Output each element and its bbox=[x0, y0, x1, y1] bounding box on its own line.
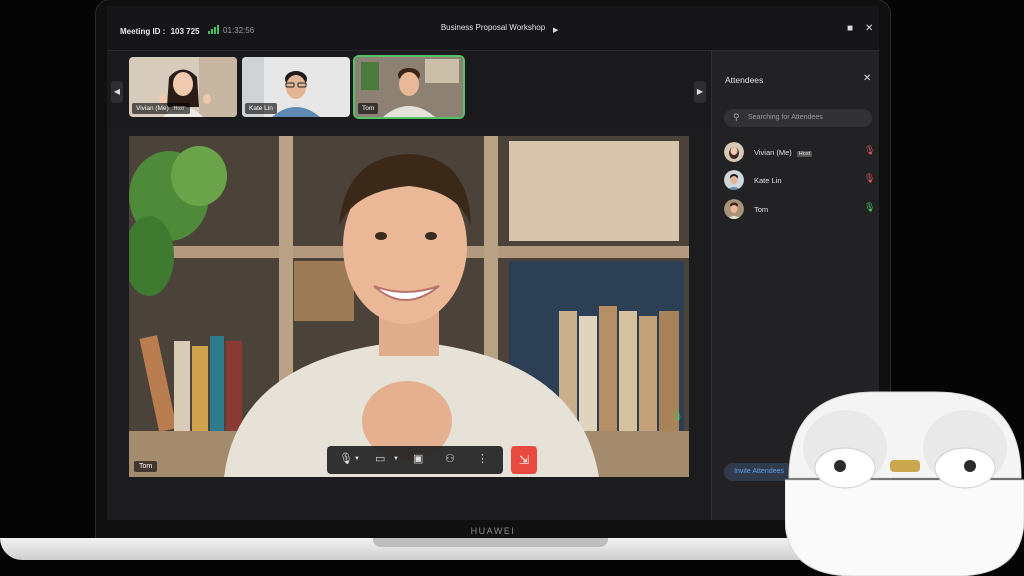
chevron-down-icon[interactable]: ▼ bbox=[393, 456, 399, 462]
thumbnail-kate[interactable]: Kate Lin bbox=[242, 57, 350, 117]
screen-share-icon[interactable]: ▣ bbox=[413, 452, 423, 465]
attendee-row[interactable]: Kate Lin 🎙 bbox=[724, 170, 875, 190]
search-icon: ⚲ bbox=[733, 112, 740, 122]
avatar bbox=[724, 170, 744, 190]
host-badge: Host bbox=[796, 151, 813, 157]
call-controls: 🎙 ▼ ▭ ▼ ▣ ⚇ ⋮ bbox=[327, 446, 503, 474]
avatar bbox=[724, 199, 744, 219]
meeting-title: Business Proposal Workshop bbox=[440, 23, 546, 32]
participants-icon[interactable]: ⚇ bbox=[445, 452, 455, 465]
thumbnail-tom[interactable]: Tom bbox=[355, 57, 463, 117]
attendee-name: Tom bbox=[754, 205, 769, 214]
close-icon[interactable]: ✕ bbox=[863, 73, 871, 84]
close-icon[interactable]: ✕ bbox=[865, 23, 873, 34]
attendee-name: Vivian (Me) bbox=[754, 148, 792, 157]
microphone-icon: 🎙 bbox=[671, 411, 683, 421]
title-play-icon[interactable]: ▶ bbox=[553, 26, 558, 34]
attendee-row[interactable]: Tom 🎙 bbox=[724, 199, 875, 219]
avatar bbox=[724, 142, 744, 162]
panel-title: Attendees bbox=[725, 75, 764, 85]
thumbnail-vivian[interactable]: Vivian (Me) Host bbox=[129, 57, 237, 117]
base-notch bbox=[373, 538, 608, 547]
attendee-search-input[interactable]: ⚲ Searching for Attendees bbox=[724, 109, 872, 127]
meeting-window: Meeting ID : 103 725 01:32:56 Business P… bbox=[107, 6, 879, 520]
invite-attendees-button[interactable]: Invite Attendees bbox=[724, 463, 794, 481]
microphone-icon[interactable]: 🎙 bbox=[339, 452, 353, 465]
mic-muted-icon[interactable]: 🎙 bbox=[864, 173, 875, 184]
host-badge: Host bbox=[171, 106, 187, 112]
search-placeholder: Searching for Attendees bbox=[748, 114, 823, 121]
end-call-button[interactable]: ⇲ bbox=[511, 446, 537, 474]
strip-next-button[interactable]: ▶ bbox=[694, 81, 706, 103]
thumbnail-label: Vivian (Me) Host bbox=[132, 103, 191, 114]
stop-icon[interactable]: ■ bbox=[847, 23, 853, 34]
attendee-name: Kate Lin bbox=[754, 176, 782, 185]
mic-on-icon[interactable]: 🎙 bbox=[864, 202, 875, 213]
mic-muted-icon[interactable]: 🎙 bbox=[864, 145, 875, 156]
earbuds-case bbox=[785, 391, 1024, 576]
thumbnail-label: Tom bbox=[358, 103, 379, 114]
attendee-row[interactable]: Vivian (Me) Host 🎙 bbox=[724, 142, 875, 162]
thumbnail-strip: ◀ Vivian (Me) Host Kate Lin Tom ▶ bbox=[107, 51, 711, 129]
more-options-icon[interactable]: ⋮ bbox=[477, 452, 488, 465]
thumbnail-label: Kate Lin bbox=[245, 103, 277, 114]
exit-icon: ⇲ bbox=[518, 453, 530, 467]
top-bar: Meeting ID : 103 725 01:32:56 Business P… bbox=[107, 6, 879, 51]
attendee-name-wrap: Vivian (Me) Host bbox=[754, 148, 813, 157]
laptop-brand: HUAWEI bbox=[470, 526, 516, 536]
thumbnail-name: Vivian (Me) bbox=[136, 105, 169, 112]
main-video: Tom 🎙 🎙 ▼ ▭ ▼ ▣ ⚇ ⋮ ⇲ bbox=[129, 136, 689, 477]
chevron-down-icon[interactable]: ▼ bbox=[354, 456, 360, 462]
strip-prev-button[interactable]: ◀ bbox=[111, 81, 123, 103]
main-speaker-label: Tom bbox=[134, 461, 158, 472]
main-speaker-video bbox=[129, 136, 689, 477]
video-camera-icon[interactable]: ▭ bbox=[375, 452, 385, 465]
laptop-base bbox=[0, 538, 830, 560]
